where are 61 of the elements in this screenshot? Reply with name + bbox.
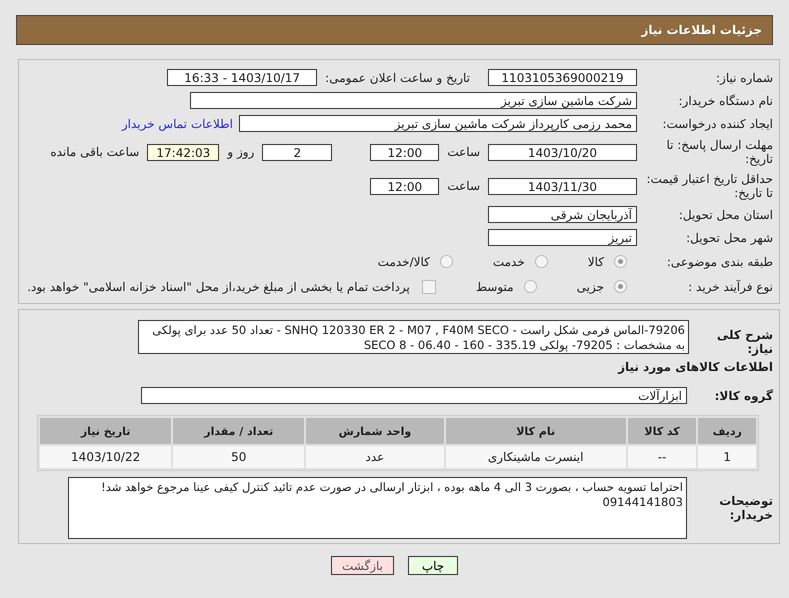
field-label: شرح کلی نیاز: <box>716 327 774 356</box>
field-label: توضیحات خریدار: <box>718 494 774 522</box>
table-cell: 50 <box>173 446 304 468</box>
field-value[interactable]: ابزارآلات <box>141 387 687 404</box>
field-label: نام دستگاه خریدار: <box>678 94 774 108</box>
column-header: کد کالا <box>628 418 696 444</box>
field-label: ساعت <box>447 145 480 159</box>
column-header: ردیف <box>698 418 756 444</box>
checkbox[interactable] <box>422 280 436 294</box>
back-button[interactable]: بازگشت <box>331 556 394 575</box>
table-cell: اینسرت ماشینکاری <box>446 446 626 468</box>
checkbox-label: پرداخت تمام یا بخشی از مبلغ خرید،از محل "اسناد خزانه اسلامی" خواهد بود. <box>27 280 410 294</box>
table-cell: 1403/10/22 <box>40 446 172 468</box>
field-value[interactable]: محمد رزمی کارپرداز شرکت ماشین سازی تبریز <box>239 115 637 132</box>
print-button[interactable]: چاپ <box>408 556 458 575</box>
radio-label: متوسط <box>476 280 514 294</box>
column-header: تعداد / مقدار <box>173 418 304 444</box>
table-cell: -- <box>628 446 696 468</box>
field-label: طبقه بندی موضوعی: <box>666 254 774 268</box>
field-label: شهر محل تحویل: <box>685 230 774 244</box>
radio-label: جزیی <box>576 280 604 294</box>
field-value[interactable]: 1403/10/20 <box>488 144 637 160</box>
field-value[interactable]: 1403/10/17 - 16:33 <box>167 69 318 86</box>
field-value[interactable]: 12:00 <box>370 178 440 194</box>
field-label: گروه کالا: <box>714 388 774 402</box>
section-heading: اطلاعات کالاهای مورد نیاز <box>616 360 774 374</box>
buyer-contact-link[interactable]: اطلاعات تماس خریدار <box>122 116 233 130</box>
field-label: استان محل تحویل: <box>678 208 774 222</box>
page-header: جزئیات اطلاعات نیاز <box>16 15 773 45</box>
field-value[interactable]: تبریز <box>488 229 637 246</box>
field-value[interactable]: 2 <box>262 144 332 160</box>
radio-label: خدمت <box>492 254 525 268</box>
field-value[interactable]: آذربایجان شرقی <box>488 206 637 223</box>
field-value[interactable]: 12:00 <box>370 144 440 160</box>
field-label: ساعت باقی مانده <box>50 145 140 159</box>
field-value[interactable]: شرکت ماشین سازی تبریز <box>190 92 637 109</box>
countdown-field[interactable]: 17:42:03 <box>147 144 220 160</box>
radio-button[interactable] <box>614 280 627 293</box>
field-label: نوع فرآیند خرید : <box>687 280 774 294</box>
radio-label: کالا/خدمت <box>378 254 430 268</box>
field-value[interactable]: 1403/11/30 <box>488 178 637 194</box>
table-cell: 1 <box>698 446 756 468</box>
field-label: شماره نیاز: <box>715 70 774 84</box>
buyer-notes-textarea[interactable]: احتراما تسویه حساب ، بصورت 3 الی 4 ماهه بوده ، ابزتار ارسالی در صورت عدم تائید کنترل کیفی عینا مرجوع خواهد شد! 09144141803 <box>68 477 687 539</box>
radio-button[interactable] <box>614 255 627 268</box>
field-label: تاریخ و ساعت اعلان عمومی: <box>325 70 470 84</box>
radio-button[interactable] <box>524 280 537 293</box>
field-value[interactable]: 1103105369000219 <box>488 69 637 86</box>
column-header: واحد شمارش <box>306 418 444 444</box>
radio-button[interactable] <box>440 255 453 268</box>
field-label: روز و <box>227 145 254 159</box>
field-label: ساعت <box>447 179 480 193</box>
field-label: مهلت ارسال پاسخ: تا تاریخ: <box>665 138 774 166</box>
radio-button[interactable] <box>534 255 548 268</box>
field-label: ایجاد کننده درخواست: <box>661 116 774 130</box>
table-cell: عدد <box>306 446 444 468</box>
field-label: حداقل تاریخ اعتبار قیمت: تا تاریخ: <box>645 172 774 200</box>
column-header: تاریخ نیاز <box>40 418 172 444</box>
column-header: نام کالا <box>446 418 626 444</box>
description-textarea[interactable]: 79206-الماس فرمی شکل راست - SNHQ 120330 ER 2 - M07 , F40M SECO - تعداد 50 عدد برای پولکی به مشخصات : 79205- پولکی 335.19 - 160 - 06.40 - 8 SECO <box>138 320 689 354</box>
radio-label: کالا <box>588 254 604 268</box>
